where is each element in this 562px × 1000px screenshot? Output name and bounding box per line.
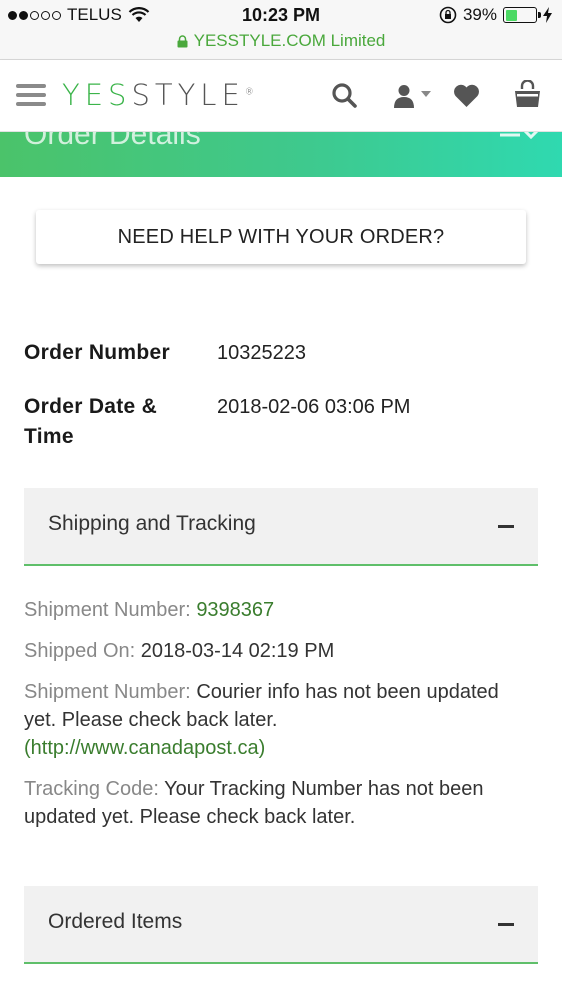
- courier-info-row: Shipment Number: Courier info has not be…: [24, 678, 544, 762]
- shipment-number-row: Shipment Number: 9398367: [24, 599, 275, 621]
- shipment-number-link[interactable]: 9398367: [196, 599, 274, 621]
- order-details-banner[interactable]: Order Details: [0, 132, 562, 177]
- search-icon[interactable]: [331, 82, 357, 108]
- battery-percent: 39%: [462, 5, 497, 24]
- order-date-value: 2018-02-06 03:06 PM: [217, 396, 411, 418]
- yesstyle-logo[interactable]: YESSTYLE®: [62, 78, 254, 112]
- site-name: YESSTYLE.COM Limited: [193, 31, 386, 50]
- need-help-button[interactable]: NEED HELP WITH YOUR ORDER?: [36, 210, 526, 264]
- page-title: Order Details: [24, 132, 201, 151]
- charging-bolt-icon: [543, 7, 552, 23]
- tracking-code-row: Tracking Code: Your Tracking Number has …: [24, 778, 484, 828]
- canadapost-link[interactable]: (http://www.canadapost.ca): [24, 734, 544, 762]
- orientation-lock-icon: [439, 6, 457, 24]
- heart-icon[interactable]: [453, 84, 480, 108]
- collapse-minus-icon[interactable]: [498, 525, 514, 528]
- status-right: 39%: [439, 5, 552, 25]
- order-date-label: Order Date & Time: [24, 395, 158, 448]
- user-icon[interactable]: [393, 84, 433, 108]
- status-bar: TELUS 10:23 PM 39%: [0, 0, 562, 30]
- shipped-on-row: Shipped On: 2018-03-14 02:19 PM: [24, 640, 335, 662]
- accordion-title: Ordered Items: [48, 910, 183, 933]
- menu-icon[interactable]: [16, 84, 46, 106]
- battery-icon: [503, 7, 541, 23]
- address-bar[interactable]: YESSTYLE.COM Limited: [0, 30, 562, 60]
- shopping-bag-icon[interactable]: [514, 80, 541, 108]
- ordered-items-accordion[interactable]: Ordered Items: [24, 886, 538, 964]
- order-number-label: Order Number: [24, 341, 170, 364]
- order-number-value: 10325223: [217, 342, 306, 364]
- shipping-tracking-accordion[interactable]: Shipping and Tracking: [24, 488, 538, 566]
- accordion-title: Shipping and Tracking: [48, 512, 256, 535]
- chevron-down-icon[interactable]: [500, 132, 540, 144]
- site-header: YESSTYLE®: [0, 60, 562, 132]
- collapse-minus-icon[interactable]: [498, 923, 514, 926]
- lock-icon: [177, 35, 188, 48]
